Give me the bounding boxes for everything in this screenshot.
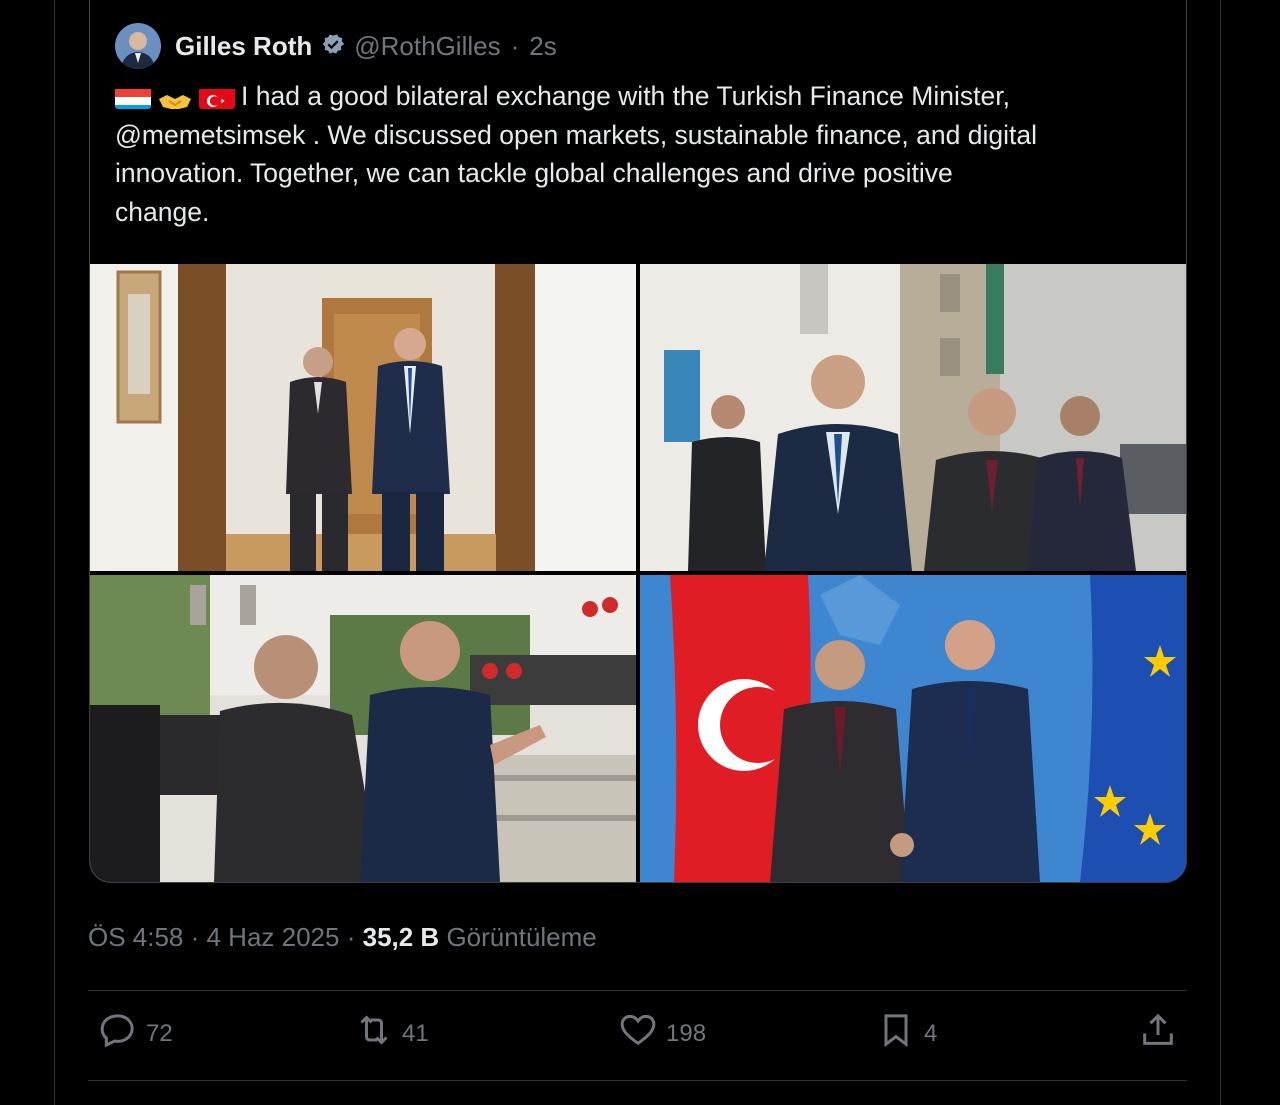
avatar[interactable] — [115, 23, 161, 69]
like-count: 198 — [666, 1019, 707, 1047]
views-label: Görüntüleme — [446, 922, 597, 952]
quoted-tweet-header: Gilles Roth @RothGilles · 2s — [115, 23, 557, 69]
author-handle[interactable]: @RothGilles — [354, 31, 500, 62]
post-timestamp[interactable]: ÖS 4:58 · 4 Haz 2025 · — [88, 922, 355, 952]
tweet-text-line-1: I had a good bilateral exchange with the… — [241, 81, 1010, 111]
timeline-right-border — [1220, 0, 1221, 1105]
reply-button[interactable]: 72 — [98, 1010, 173, 1057]
tweet-text-line-2: @memetsimsek . We discussed open markets… — [115, 119, 1037, 150]
like-button[interactable]: 198 — [618, 1010, 706, 1057]
luxembourg-flag-icon — [115, 85, 151, 109]
tweet-meta: ÖS 4:58 · 4 Haz 2025 · 35,2 B Görüntülem… — [88, 922, 597, 953]
photo-greeting[interactable] — [90, 575, 636, 882]
repost-button[interactable]: 41 — [354, 1010, 429, 1057]
like-icon — [618, 1010, 658, 1057]
turkey-flag-icon — [199, 85, 235, 109]
bookmark-button[interactable]: 4 — [876, 1010, 937, 1057]
post-time[interactable]: 2s — [529, 31, 556, 62]
author-name[interactable]: Gilles Roth — [175, 31, 312, 62]
share-button[interactable] — [1138, 1010, 1178, 1057]
tweet-text-line-3: innovation. Together, we can tackle glob… — [115, 158, 953, 188]
action-bar: 72 41 198 4 — [88, 1010, 1187, 1064]
bookmark-count: 4 — [924, 1019, 938, 1047]
photo-flags[interactable] — [640, 575, 1186, 882]
handshake-icon — [157, 85, 193, 109]
flag-emojis — [115, 85, 235, 109]
repost-count: 41 — [402, 1019, 429, 1047]
quoted-tweet-card[interactable]: Gilles Roth @RothGilles · 2s I had a goo… — [89, 0, 1187, 883]
repost-icon — [354, 1010, 394, 1057]
bookmark-icon — [876, 1010, 916, 1057]
tweet-text-line-4: change. — [115, 196, 210, 227]
views-count: 35,2 B — [362, 922, 440, 952]
divider-top — [88, 990, 1187, 991]
quoted-tweet-text: I had a good bilateral exchange with the… — [115, 77, 1175, 231]
share-icon — [1138, 1010, 1178, 1057]
separator-dot: · — [510, 30, 520, 61]
verified-icon — [320, 31, 346, 62]
media-grid — [90, 264, 1186, 882]
divider-bottom — [88, 1080, 1187, 1081]
reply-count: 72 — [146, 1019, 173, 1047]
timeline-left-border — [54, 0, 55, 1105]
photo-street[interactable] — [640, 264, 1186, 571]
photo-hallway[interactable] — [90, 264, 636, 571]
reply-icon — [98, 1010, 138, 1057]
